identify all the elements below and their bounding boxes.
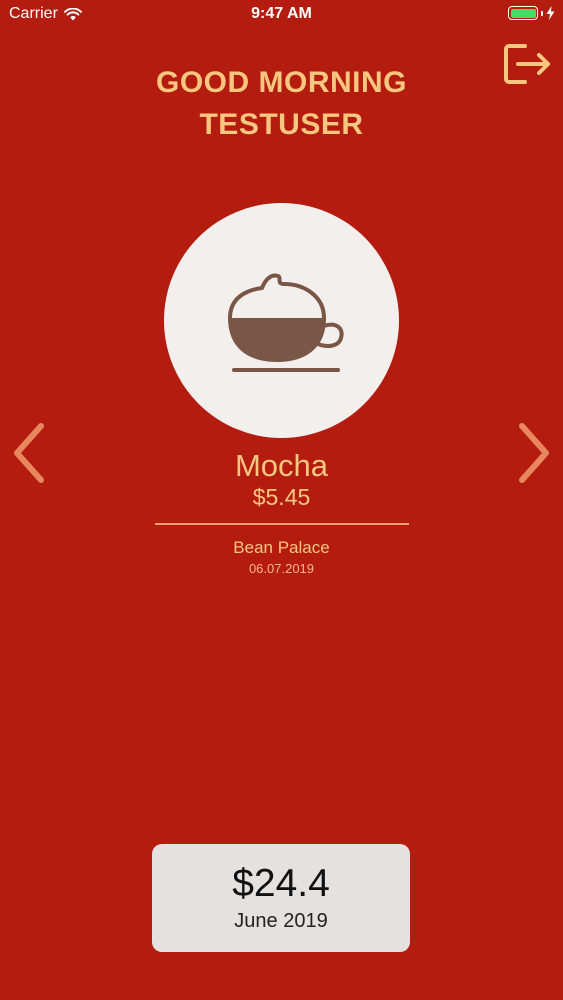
monthly-total-amount: $24.4 bbox=[232, 862, 330, 905]
battery-fill bbox=[510, 8, 536, 18]
greeting-heading: GOOD MORNING TESTUSER bbox=[0, 62, 563, 146]
charging-bolt-icon bbox=[546, 6, 555, 20]
monthly-total-period: June 2019 bbox=[234, 910, 328, 932]
status-time: 9:47 AM bbox=[251, 5, 312, 22]
coffee-cup-icon bbox=[227, 273, 344, 372]
greeting-line-1: GOOD MORNING bbox=[156, 66, 407, 99]
drink-name: Mocha bbox=[234, 448, 329, 483]
drink-price: $5.45 bbox=[252, 484, 311, 510]
greeting-line-2: TESTUSER bbox=[199, 108, 364, 141]
battery-tip bbox=[541, 10, 543, 16]
battery-icon bbox=[508, 6, 538, 20]
purchase-date: 06.07.2019 bbox=[248, 561, 315, 576]
battery-group bbox=[508, 6, 555, 20]
status-bar: Carrier 9:47 AM bbox=[0, 0, 563, 30]
drink-icon-circle bbox=[164, 203, 399, 438]
shop-name: Bean Palace bbox=[233, 538, 330, 557]
monthly-total-card[interactable]: $24.4 June 2019 bbox=[152, 844, 410, 952]
divider bbox=[155, 523, 409, 525]
